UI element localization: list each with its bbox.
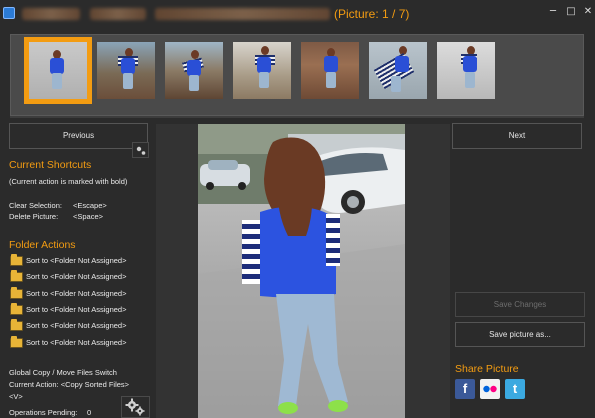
blurred-title-segment <box>22 8 80 20</box>
shortcut-key: <Escape> <box>73 201 107 210</box>
folder-icon <box>10 319 23 331</box>
app-icon <box>3 7 15 19</box>
folder-action-4[interactable]: Sort to <Folder Not Assigned> <box>10 303 145 317</box>
folder-action-label: Sort to <Folder Not Assigned> <box>26 305 127 314</box>
share-picture-title: Share Picture <box>455 363 519 375</box>
previous-button-label: Previous <box>62 131 95 140</box>
thumbnail-5[interactable] <box>301 42 359 99</box>
previous-button[interactable]: Previous <box>9 123 148 149</box>
gears-icon <box>125 398 145 416</box>
save-changes-button[interactable]: Save Changes <box>455 292 585 317</box>
current-shortcuts-title: Current Shortcuts <box>9 159 92 171</box>
facebook-icon: f <box>462 381 468 396</box>
twitter-share-button[interactable]: t <box>505 379 525 399</box>
blurred-title-segment <box>90 8 146 20</box>
twitter-icon: t <box>512 381 518 396</box>
main-photo[interactable] <box>198 124 405 418</box>
next-button-label: Next <box>508 131 526 140</box>
close-button[interactable]: ✕ <box>582 6 594 18</box>
folder-action-label: Sort to <Folder Not Assigned> <box>26 272 127 281</box>
next-button[interactable]: Next <box>452 123 582 149</box>
folder-icon <box>10 287 23 299</box>
gear-icon <box>136 146 146 155</box>
photo-image <box>198 124 405 418</box>
folder-icon <box>10 303 23 315</box>
folder-action-1[interactable]: Sort to <Folder Not Assigned> <box>10 254 145 268</box>
shortcuts-subtitle: (Current action is marked with bold) <box>9 177 128 186</box>
switch-shortcut: <V> <box>9 392 23 401</box>
global-switch-title: Global Copy / Move Files Switch <box>9 368 117 377</box>
folder-icon <box>10 254 23 266</box>
operations-pending-label: Operations Pending: <box>9 408 78 417</box>
thumbnail-scrollbar[interactable] <box>10 116 584 118</box>
folder-action-2[interactable]: Sort to <Folder Not Assigned> <box>10 270 145 284</box>
blurred-title-segment <box>155 8 330 20</box>
picture-counter: (Picture: 1 / 7) <box>334 7 410 21</box>
flickr-icon <box>483 385 497 393</box>
folder-action-3[interactable]: Sort to <Folder Not Assigned> <box>10 287 145 301</box>
thumbnail-1[interactable] <box>24 37 92 104</box>
previous-settings-button[interactable] <box>132 142 149 158</box>
facebook-share-button[interactable]: f <box>455 379 475 399</box>
maximize-button[interactable]: □ <box>565 6 577 18</box>
folder-actions-title: Folder Actions <box>9 239 76 251</box>
shortcut-label: Delete Picture: <box>9 212 59 221</box>
minimize-button[interactable]: ─ <box>547 6 559 18</box>
shortcut-key: <Space> <box>73 212 104 221</box>
thumbnail-6[interactable] <box>369 42 427 99</box>
title-bar: (Picture: 1 / 7) ─ □ ✕ <box>0 0 595 28</box>
operations-pending-count: 0 <box>87 408 92 417</box>
save-picture-as-label: Save picture as... <box>489 330 551 339</box>
flickr-share-button[interactable] <box>480 379 500 399</box>
thumbnail-7[interactable] <box>437 42 495 99</box>
folder-action-6[interactable]: Sort to <Folder Not Assigned> <box>10 336 145 350</box>
thumbnail-strip <box>10 34 584 116</box>
current-action-text: Current Action: <Copy Sorted Files> <box>9 380 130 389</box>
thumbnail-4[interactable] <box>233 42 291 99</box>
folder-action-label: Sort to <Folder Not Assigned> <box>26 321 127 330</box>
thumbnail-3[interactable] <box>165 42 223 99</box>
folder-action-label: Sort to <Folder Not Assigned> <box>26 338 127 347</box>
thumbnail-2[interactable] <box>97 42 155 99</box>
settings-button[interactable] <box>121 396 150 418</box>
save-changes-label: Save Changes <box>493 300 547 309</box>
folder-action-5[interactable]: Sort to <Folder Not Assigned> <box>10 319 145 333</box>
shortcut-label: Clear Selection: <box>9 201 62 210</box>
folder-action-label: Sort to <Folder Not Assigned> <box>26 289 127 298</box>
folder-icon <box>10 336 23 348</box>
folder-action-label: Sort to <Folder Not Assigned> <box>26 256 127 265</box>
folder-icon <box>10 270 23 282</box>
save-picture-as-button[interactable]: Save picture as... <box>455 322 585 347</box>
